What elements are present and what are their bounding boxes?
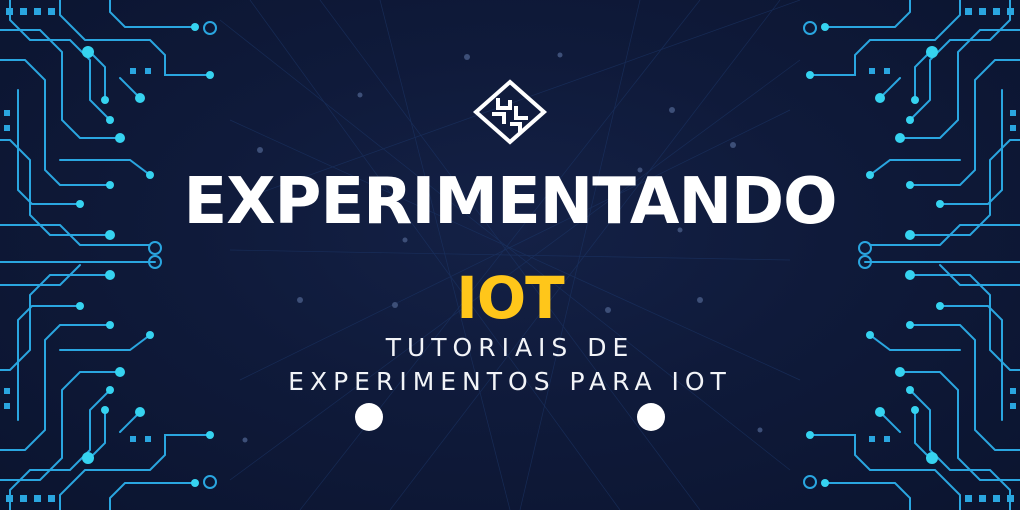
white-dot-left (355, 403, 383, 431)
subtitle-line-2: EXPERIMENTOS PARA IOT (288, 367, 732, 396)
subtitle-line-1: TUTORIAIS DE (385, 333, 635, 362)
white-dot-right (637, 403, 665, 431)
circuit-board-right (803, 0, 1020, 510)
banner-title: EXPERIMENTANDO (183, 165, 837, 239)
circuit-diamond-logo-icon (472, 79, 548, 145)
banner-highlight: IOT (456, 264, 564, 332)
banner: EXPERIMENTANDO IOT TUTORIAIS DE EXPERIME… (0, 0, 1020, 510)
